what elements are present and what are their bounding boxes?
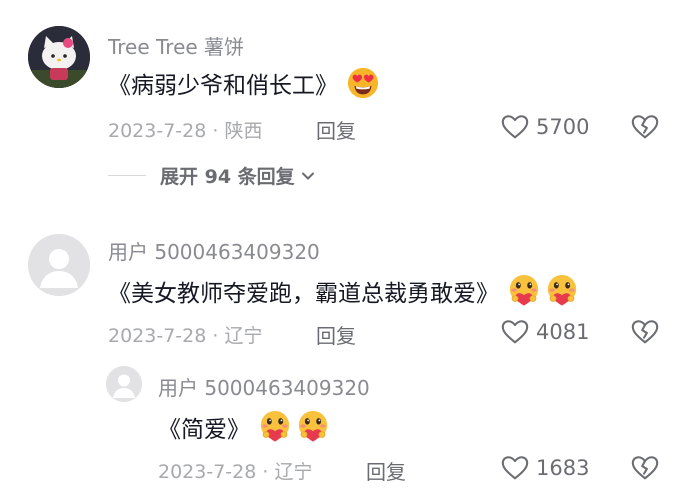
like-count: 1683	[536, 456, 590, 480]
default-user-avatar-icon	[106, 366, 142, 402]
reply-avatar[interactable]	[106, 366, 142, 402]
avatar[interactable]	[28, 234, 90, 296]
heart-hug-emoji-icon	[545, 274, 579, 308]
like-button[interactable]: 4081	[500, 317, 589, 347]
comment-username[interactable]: Tree Tree 薯饼	[108, 31, 244, 60]
reply-date-location: 2023-7-28 · 辽宁	[158, 461, 313, 483]
reply-button[interactable]: 回复	[366, 456, 406, 485]
heart-outline-icon	[500, 112, 530, 142]
comment-username[interactable]: 用户 5000463409320	[108, 236, 320, 265]
reply-button[interactable]: 回复	[316, 320, 356, 349]
like-button[interactable]: 5700	[500, 112, 589, 142]
avatar[interactable]	[28, 26, 90, 88]
comment-date-location: 2023-7-28 · 陕西	[108, 120, 263, 142]
dislike-broken-heart-icon[interactable]	[630, 317, 660, 347]
comment-text-content: 《病弱少爷和俏长工》	[108, 73, 338, 99]
heart-outline-icon	[500, 453, 530, 483]
heart-hug-emoji-icon	[507, 274, 541, 308]
hello-kitty-avatar-icon	[28, 26, 90, 88]
comment-text-content: 《美女教师夺爱跑，霸道总裁勇敢爱》	[108, 281, 499, 307]
dislike-broken-heart-icon[interactable]	[630, 112, 660, 142]
reply-text-content: 《简爱》	[158, 417, 250, 443]
heart-hug-emoji-icon	[258, 410, 292, 444]
comment-text: 《美女教师夺爱跑，霸道总裁勇敢爱》	[108, 274, 579, 308]
heart-eyes-emoji-icon	[346, 66, 380, 100]
like-count: 5700	[536, 115, 590, 139]
reply-text: 《简爱》	[158, 410, 330, 444]
reply-username[interactable]: 用户 5000463409320	[158, 372, 370, 401]
comment-date-location: 2023-7-28 · 辽宁	[108, 325, 263, 347]
chevron-down-icon	[301, 172, 314, 179]
comment-text: 《病弱少爷和俏长工》	[108, 66, 380, 100]
expand-replies-label: 展开 94 条回复	[160, 166, 295, 188]
like-button[interactable]: 1683	[500, 453, 589, 483]
expand-replies-button[interactable]: 展开 94 条回复	[108, 162, 317, 189]
heart-outline-icon	[500, 317, 530, 347]
heart-hug-emoji-icon	[296, 410, 330, 444]
default-user-avatar-icon	[28, 234, 90, 296]
dislike-broken-heart-icon[interactable]	[630, 453, 660, 483]
divider-line	[108, 175, 146, 176]
like-count: 4081	[536, 320, 590, 344]
reply-button[interactable]: 回复	[316, 115, 356, 144]
